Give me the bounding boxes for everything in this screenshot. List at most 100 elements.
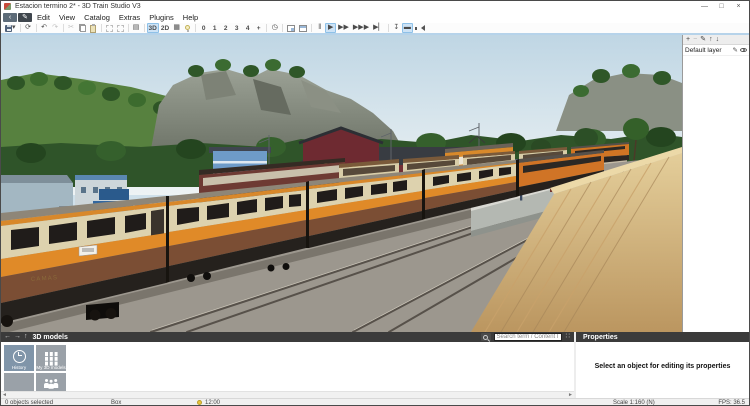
layer-down-button[interactable]: ↓ (716, 35, 720, 44)
catalog-popout-button[interactable] (480, 333, 491, 341)
viewport-3d[interactable]: CAMAS (1, 35, 682, 332)
redo-button[interactable]: ↷ (50, 23, 61, 33)
group-icon (105, 24, 113, 32)
menu-help[interactable]: Help (179, 12, 202, 23)
remove-layer-button[interactable]: − (693, 35, 697, 44)
status-time: 12:00 (205, 400, 221, 406)
speed-10x-button[interactable]: ▶▶ (336, 23, 351, 33)
layers-toolbar: + − ✎ ↑ ↓ (683, 35, 749, 45)
light-toggle[interactable] (182, 23, 193, 33)
skip-end-button[interactable]: ▶▏ (371, 23, 386, 33)
group-button[interactable] (104, 23, 115, 33)
camera-slot-1[interactable]: 1 (209, 23, 220, 33)
brush-icon: ✎ (22, 14, 28, 21)
window-title: Estacion termino 2* - 3D Train Studio V3 (15, 3, 141, 10)
grid-toggle[interactable]: ▦ (171, 23, 182, 33)
status-fps: FPS: 36.5 (718, 400, 745, 406)
app-window: Estacion termino 2* - 3D Train Studio V3… (0, 0, 750, 406)
properties-empty-message: Select an object for editing its propert… (594, 363, 731, 370)
layout-2-button[interactable] (297, 23, 309, 33)
grid-icon: ▦ (173, 24, 180, 31)
popout-icon (483, 334, 489, 340)
edit-layer-button[interactable]: ✎ (700, 35, 706, 44)
speaker-icon (414, 25, 425, 31)
ungroup-button[interactable] (115, 23, 126, 33)
layout-1-icon (287, 24, 296, 32)
save-button[interactable]: ▾ (3, 23, 18, 33)
object-list-icon: ▤ (132, 24, 140, 31)
paste-button[interactable] (88, 23, 99, 33)
status-tool: Box (111, 400, 122, 406)
menu-catalog[interactable]: Catalog (80, 12, 114, 23)
layer-row-default[interactable]: Default layer ✎ (683, 45, 749, 56)
window-titlebar: Estacion termino 2* - 3D Train Studio V3… (1, 1, 749, 12)
camera-slot-2[interactable]: 2 (220, 23, 231, 33)
properties-body: Select an object for editing its propert… (576, 342, 749, 398)
layer-visibility-icon[interactable] (740, 47, 747, 53)
status-bar: 0 objects selected Box 12:00 Scale 1:160… (1, 398, 749, 406)
catalog-search-input[interactable] (493, 333, 562, 341)
pause-icon: ‖ (318, 24, 322, 31)
layout-1-button[interactable] (285, 23, 297, 33)
menu-plugins[interactable]: Plugins (145, 12, 178, 23)
layer-edit-icon[interactable]: ✎ (733, 46, 738, 54)
undo-button[interactable]: ↶ (39, 23, 50, 33)
camera-slot-0[interactable]: 0 (198, 23, 209, 33)
paste-icon (90, 23, 97, 33)
sound-button[interactable] (413, 23, 427, 33)
object-list-button[interactable]: ▤ (131, 23, 142, 33)
view-2d-toggle[interactable]: 2D (159, 23, 171, 33)
speed-60x-icon: ▶▶▶ (352, 24, 370, 31)
speed-60x-button[interactable]: ▶▶▶ (351, 23, 371, 33)
undo-icon: ↶ (41, 24, 47, 31)
online-catalog-icon (43, 379, 59, 390)
catalog-body: History My 3D models Favorites Online ca… (1, 342, 574, 399)
layout-2-icon (299, 24, 308, 32)
connect-track-button[interactable]: ↧ (391, 23, 402, 33)
tile-my-3d-models[interactable]: My 3D models (36, 345, 66, 371)
back-icon: ‹ (8, 14, 12, 21)
lightbulb-icon (185, 24, 191, 33)
catalog-back-button[interactable]: ← (4, 332, 11, 342)
menu-edit[interactable]: Edit (33, 12, 54, 23)
save-caret-icon: ▾ (12, 24, 16, 31)
cut-button[interactable]: ✂ (66, 23, 77, 33)
play-icon: ▶ (327, 24, 334, 31)
flatten-button[interactable]: ▬ (401, 23, 413, 33)
copy-button[interactable] (77, 23, 88, 33)
copy-icon (78, 24, 86, 32)
scene-svg: CAMAS (1, 35, 682, 332)
catalog-viewmode-button[interactable]: ∷ (565, 332, 571, 342)
catalog-hscrollbar[interactable]: ◄ ► (1, 391, 574, 398)
catalog-forward-button[interactable]: → (14, 332, 21, 342)
catalog-title: 3D models (32, 333, 68, 341)
minimize-button[interactable]: — (696, 1, 713, 12)
status-selection: 0 objects selected (5, 400, 54, 406)
add-layer-button[interactable]: + (686, 35, 690, 44)
maximize-button[interactable]: □ (713, 1, 730, 12)
tile-history[interactable]: History (4, 345, 34, 371)
menu-extras[interactable]: Extras (115, 12, 144, 23)
camera-slot-add[interactable]: + (253, 23, 264, 33)
back-button[interactable]: ‹ (3, 13, 17, 22)
refresh-button[interactable]: ⟳ (23, 23, 34, 33)
layer-name: Default layer (685, 46, 722, 54)
layer-up-button[interactable]: ↑ (709, 35, 713, 44)
status-clock-icon (197, 400, 202, 405)
pause-button[interactable]: ‖ (314, 23, 325, 33)
menu-view[interactable]: View (55, 12, 79, 23)
catalog-up-button[interactable]: ↑ (24, 332, 28, 342)
refresh-icon: ⟳ (25, 24, 31, 31)
camera-slot-3[interactable]: 3 (231, 23, 242, 33)
edit-mode-button[interactable]: ✎ (18, 13, 32, 22)
layers-panel: + − ✎ ↑ ↓ Default layer ✎ (682, 35, 749, 332)
app-icon (4, 3, 11, 10)
ungroup-icon (116, 24, 124, 32)
play-button[interactable]: ▶ (325, 23, 337, 33)
history-icon (12, 349, 26, 363)
view-3d-toggle[interactable]: 3D (146, 23, 159, 33)
time-button[interactable]: ◷ (269, 23, 280, 33)
close-button[interactable]: × (730, 1, 747, 12)
camera-slot-4[interactable]: 4 (242, 23, 253, 33)
connect-track-icon: ↧ (393, 24, 400, 31)
